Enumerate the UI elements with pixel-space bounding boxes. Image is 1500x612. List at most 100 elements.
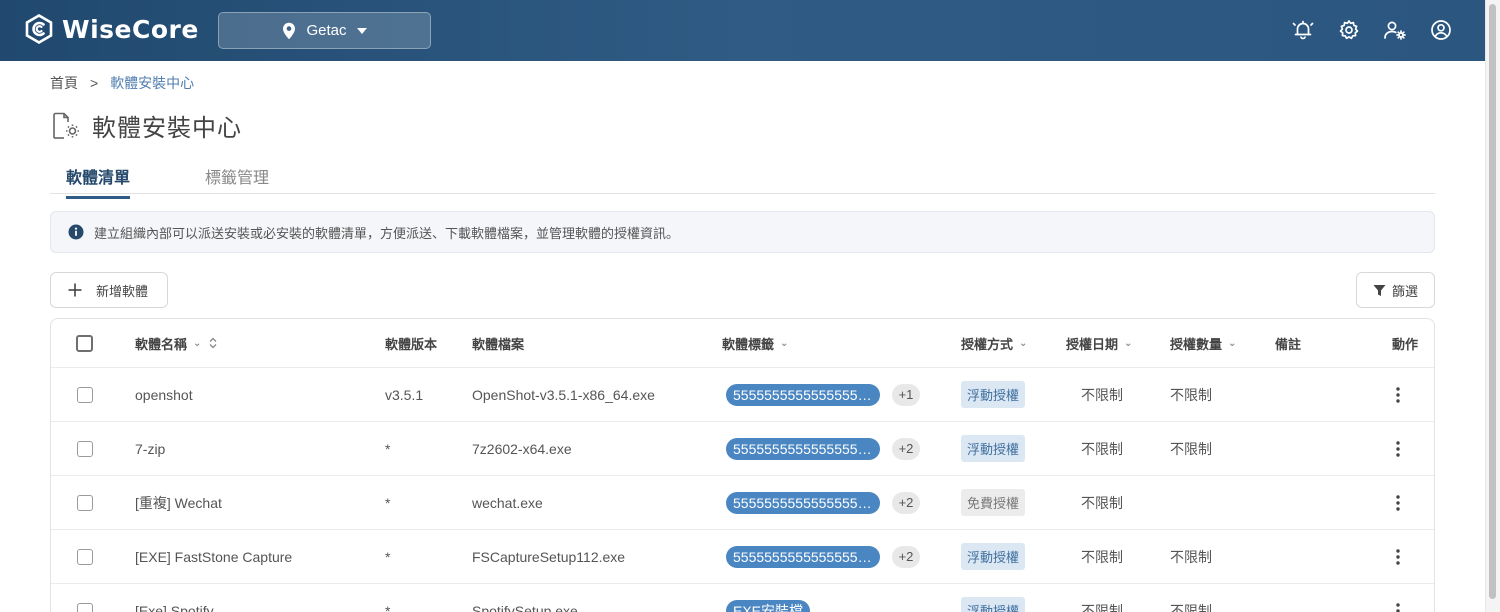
software-version: * [385,440,391,457]
table-row[interactable]: 7-zip * 7z2602-x64.exe 55555555555555555… [51,422,1434,476]
software-version: * [385,602,391,612]
wisecore-logo-icon [25,14,53,44]
row-checkbox[interactable] [77,548,93,565]
more-actions-icon[interactable] [1388,601,1408,612]
software-tag[interactable]: 5555555555555555555 [726,491,880,514]
license-count: 不限制 [1170,440,1212,457]
column-header-file: 軟體檔案 [472,336,525,352]
info-text: 建立組織內部可以派送安裝或必安裝的軟體清單，方便派送、下載軟體檔案，並管理軟體的… [94,225,680,241]
page-scrollbar-thumb[interactable] [1489,4,1496,599]
location-pin-icon [283,22,296,39]
license-type-badge: 免費授權 [961,489,1026,516]
filter-funnel-icon [1373,284,1386,296]
site-selector[interactable]: Getac [218,12,431,49]
row-checkbox[interactable] [77,440,93,457]
more-tags-badge[interactable]: +1 [892,383,920,406]
more-tags-badge[interactable]: +2 [892,545,920,568]
settings-gear-icon[interactable] [1335,16,1363,44]
license-type-badge: 浮動授權 [961,435,1026,462]
row-checkbox[interactable] [77,494,93,511]
filter-label: 篩選 [1391,283,1418,299]
info-banner: 建立組織內部可以派送安裝或必安裝的軟體清單，方便派送、下載軟體檔案，並管理軟體的… [50,211,1435,253]
site-selector-value: Getac [306,22,347,39]
select-all-checkbox[interactable] [76,334,93,352]
license-count: 不限制 [1170,386,1212,403]
column-header-license-date[interactable]: 授權日期 ⌄ [1066,319,1132,367]
breadcrumb: 首頁 > 軟體安裝中心 [50,73,194,93]
row-checkbox[interactable] [77,386,93,403]
software-tag[interactable]: EXE安裝檔 [726,599,811,612]
notification-bell-icon[interactable] [1289,16,1317,44]
column-header-note: 備註 [1275,336,1302,352]
add-software-button[interactable]: 新增軟體 [50,272,168,308]
sort-icon[interactable] [209,337,217,349]
tab-software-list[interactable]: 軟體清單 [66,164,131,199]
chevron-down-icon: ⌄ [1124,337,1133,349]
more-actions-icon[interactable] [1388,385,1408,405]
user-account-icon[interactable] [1427,16,1455,44]
brand-name: WiseCore [62,14,199,44]
more-tags-badge[interactable]: +2 [892,491,920,514]
brand-logo[interactable]: WiseCore [24,14,199,44]
breadcrumb-separator: > [90,75,99,91]
column-header-license-type[interactable]: 授權方式 ⌄ [961,319,1027,367]
software-tag[interactable]: 5555555555555555555 [726,545,880,568]
table-header-row: 軟體名稱 ⌄ 軟體版本 軟體檔案 軟體標籤 ⌄ 授權方式 ⌄ 授權日期 ⌄ 授權… [51,319,1434,368]
more-tags-badge[interactable]: +2 [892,437,920,460]
chevron-down-icon: ⌄ [780,337,789,349]
info-icon [68,224,84,240]
license-date: 不限制 [1081,548,1123,565]
software-name: [重複] Wechat [135,494,222,511]
software-file[interactable]: wechat.exe [472,476,543,529]
software-version: * [385,548,391,565]
software-tag[interactable]: 5555555555555555555 [726,437,880,460]
software-tag[interactable]: 5555555555555555555 [726,383,880,406]
more-actions-icon[interactable] [1388,493,1408,513]
license-count: 不限制 [1170,548,1212,565]
license-type-badge: 浮動授權 [961,597,1026,612]
tab-bar: 軟體清單 標籤管理 [50,164,1435,199]
table-row[interactable]: [Exe] Spotify * SpotifySetup.exe EXE安裝檔 … [51,584,1434,612]
user-settings-icon[interactable] [1381,16,1409,44]
row-checkbox[interactable] [77,602,93,612]
column-header-name[interactable]: 軟體名稱 ⌄ [135,319,217,367]
more-actions-icon[interactable] [1388,547,1408,567]
table-row[interactable]: openshot v3.5.1 OpenShot-v3.5.1-x86_64.e… [51,368,1434,422]
column-header-tags[interactable]: 軟體標籤 ⌄ [722,319,788,367]
table-row[interactable]: [重複] Wechat * wechat.exe 555555555555555… [51,476,1434,530]
license-date: 不限制 [1081,386,1123,403]
app-header: WiseCore Getac [0,0,1485,61]
table-row[interactable]: [EXE] FastStone Capture * FSCaptureSetup… [51,530,1434,584]
column-header-actions: 動作 [1392,336,1419,352]
software-file[interactable]: SpotifySetup.exe [472,584,578,612]
software-name: [Exe] Spotify [135,602,214,612]
chevron-down-icon: ⌄ [1019,337,1028,349]
breadcrumb-home[interactable]: 首頁 [50,73,78,93]
license-date: 不限制 [1081,494,1123,511]
license-type-badge: 浮動授權 [961,543,1026,570]
software-file[interactable]: OpenShot-v3.5.1-x86_64.exe [472,368,655,421]
software-name: 7-zip [135,440,166,457]
license-count: 不限制 [1170,602,1212,612]
chevron-down-icon: ⌄ [1228,337,1237,349]
license-date: 不限制 [1081,602,1123,612]
license-date: 不限制 [1081,440,1123,457]
caret-down-icon [356,27,367,34]
filter-button[interactable]: 篩選 [1356,272,1435,308]
software-name: [EXE] FastStone Capture [135,548,293,565]
software-file[interactable]: FSCaptureSetup112.exe [472,530,625,583]
software-center-icon [53,112,79,139]
software-table: 軟體名稱 ⌄ 軟體版本 軟體檔案 軟體標籤 ⌄ 授權方式 ⌄ 授權日期 ⌄ 授權… [50,318,1435,612]
tab-tag-management[interactable]: 標籤管理 [205,164,269,196]
breadcrumb-current[interactable]: 軟體安裝中心 [110,73,194,93]
license-type-badge: 浮動授權 [961,381,1026,408]
chevron-down-icon: ⌄ [193,337,202,349]
software-version: * [385,494,391,511]
page-title: 軟體安裝中心 [92,115,242,142]
software-version: v3.5.1 [385,386,424,403]
more-actions-icon[interactable] [1388,439,1408,459]
column-header-license-count[interactable]: 授權數量 ⌄ [1170,319,1236,367]
software-name: openshot [135,386,193,403]
column-header-version: 軟體版本 [385,336,438,352]
software-file[interactable]: 7z2602-x64.exe [472,422,572,475]
